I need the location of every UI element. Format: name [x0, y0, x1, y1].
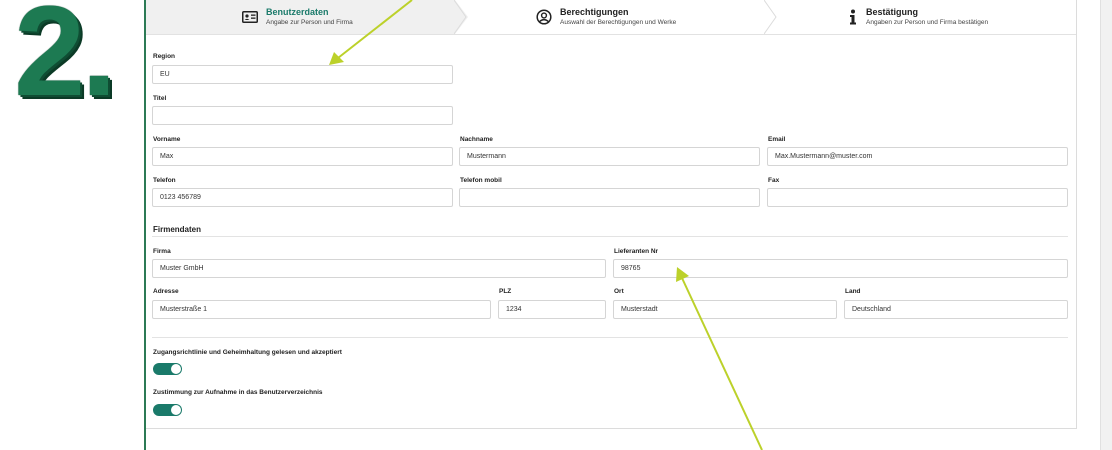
toggle-knob	[171, 364, 181, 374]
titel-label: Titel	[153, 95, 167, 102]
nachname-field[interactable]: Mustermann	[459, 147, 760, 166]
info-icon	[848, 9, 858, 25]
ort-label: Ort	[614, 288, 624, 295]
step-separator	[454, 0, 468, 34]
step-benutzerdaten[interactable]: Benutzerdaten Angabe zur Person und Firm…	[146, 0, 454, 34]
firmendaten-heading: Firmendaten	[153, 225, 202, 234]
firma-label: Firma	[153, 248, 171, 255]
user-circle-icon	[536, 9, 552, 25]
ort-field[interactable]: Musterstadt	[613, 300, 837, 319]
step-berechtigungen[interactable]: Berechtigungen Auswahl der Berechtigunge…	[536, 0, 676, 34]
telefon-mobil-label: Telefon mobil	[460, 177, 502, 184]
lieferanten-nr-label: Lieferanten Nr	[614, 248, 659, 255]
vorname-field[interactable]: Max	[152, 147, 453, 166]
directory-consent-toggle[interactable]	[153, 404, 182, 416]
titel-field[interactable]	[152, 106, 453, 125]
plz-field[interactable]: 1234	[498, 300, 606, 319]
lieferanten-nr-field[interactable]: 98765	[613, 259, 1068, 278]
step-title: Benutzerdaten	[266, 7, 329, 17]
step-separator	[764, 0, 777, 34]
email-label: Email	[768, 136, 786, 143]
privacy-consent-label: Zugangsrichtlinie und Geheimhaltung gele…	[153, 349, 342, 356]
registration-panel: Benutzerdaten Angabe zur Person und Firm…	[146, 0, 1077, 429]
adresse-field[interactable]: Musterstraße 1	[152, 300, 491, 319]
land-label: Land	[845, 288, 861, 295]
fax-label: Fax	[768, 177, 780, 184]
telefon-field[interactable]: 0123 456789	[152, 188, 453, 207]
region-field[interactable]: EU	[152, 65, 453, 84]
adresse-label: Adresse	[153, 288, 179, 295]
vorname-label: Vorname	[153, 136, 181, 143]
divider	[152, 236, 1068, 237]
step-title: Berechtigungen	[560, 7, 629, 17]
land-field[interactable]: Deutschland	[844, 300, 1068, 319]
region-label: Region	[153, 53, 176, 60]
privacy-consent-toggle[interactable]	[153, 363, 182, 375]
scrollbar-track[interactable]	[1100, 0, 1112, 450]
step-subtitle: Auswahl der Berechtigungen und Werke	[560, 19, 677, 26]
step-bestaetigung[interactable]: Bestätigung Angaben zur Person und Firma…	[848, 0, 988, 34]
email-field[interactable]: Max.Mustermann@muster.com	[767, 147, 1068, 166]
plz-label: PLZ	[499, 288, 512, 295]
step-subtitle: Angabe zur Person und Firma	[266, 19, 353, 26]
stepper: Benutzerdaten Angabe zur Person und Firm…	[146, 0, 1076, 35]
nachname-label: Nachname	[460, 136, 493, 143]
fax-field[interactable]	[767, 188, 1068, 207]
step-subtitle: Angaben zur Person und Firma bestätigen	[866, 19, 989, 26]
firma-field[interactable]: Muster GmbH	[152, 259, 606, 278]
telefon-label: Telefon	[153, 177, 176, 184]
id-card-icon	[242, 9, 258, 25]
step-number: 2.	[14, 0, 117, 123]
step-title: Bestätigung	[866, 7, 919, 17]
toggle-knob	[171, 405, 181, 415]
divider	[152, 337, 1068, 338]
directory-consent-label: Zustimmung zur Aufnahme in das Benutzerv…	[153, 389, 323, 396]
telefon-mobil-field[interactable]	[459, 188, 760, 207]
